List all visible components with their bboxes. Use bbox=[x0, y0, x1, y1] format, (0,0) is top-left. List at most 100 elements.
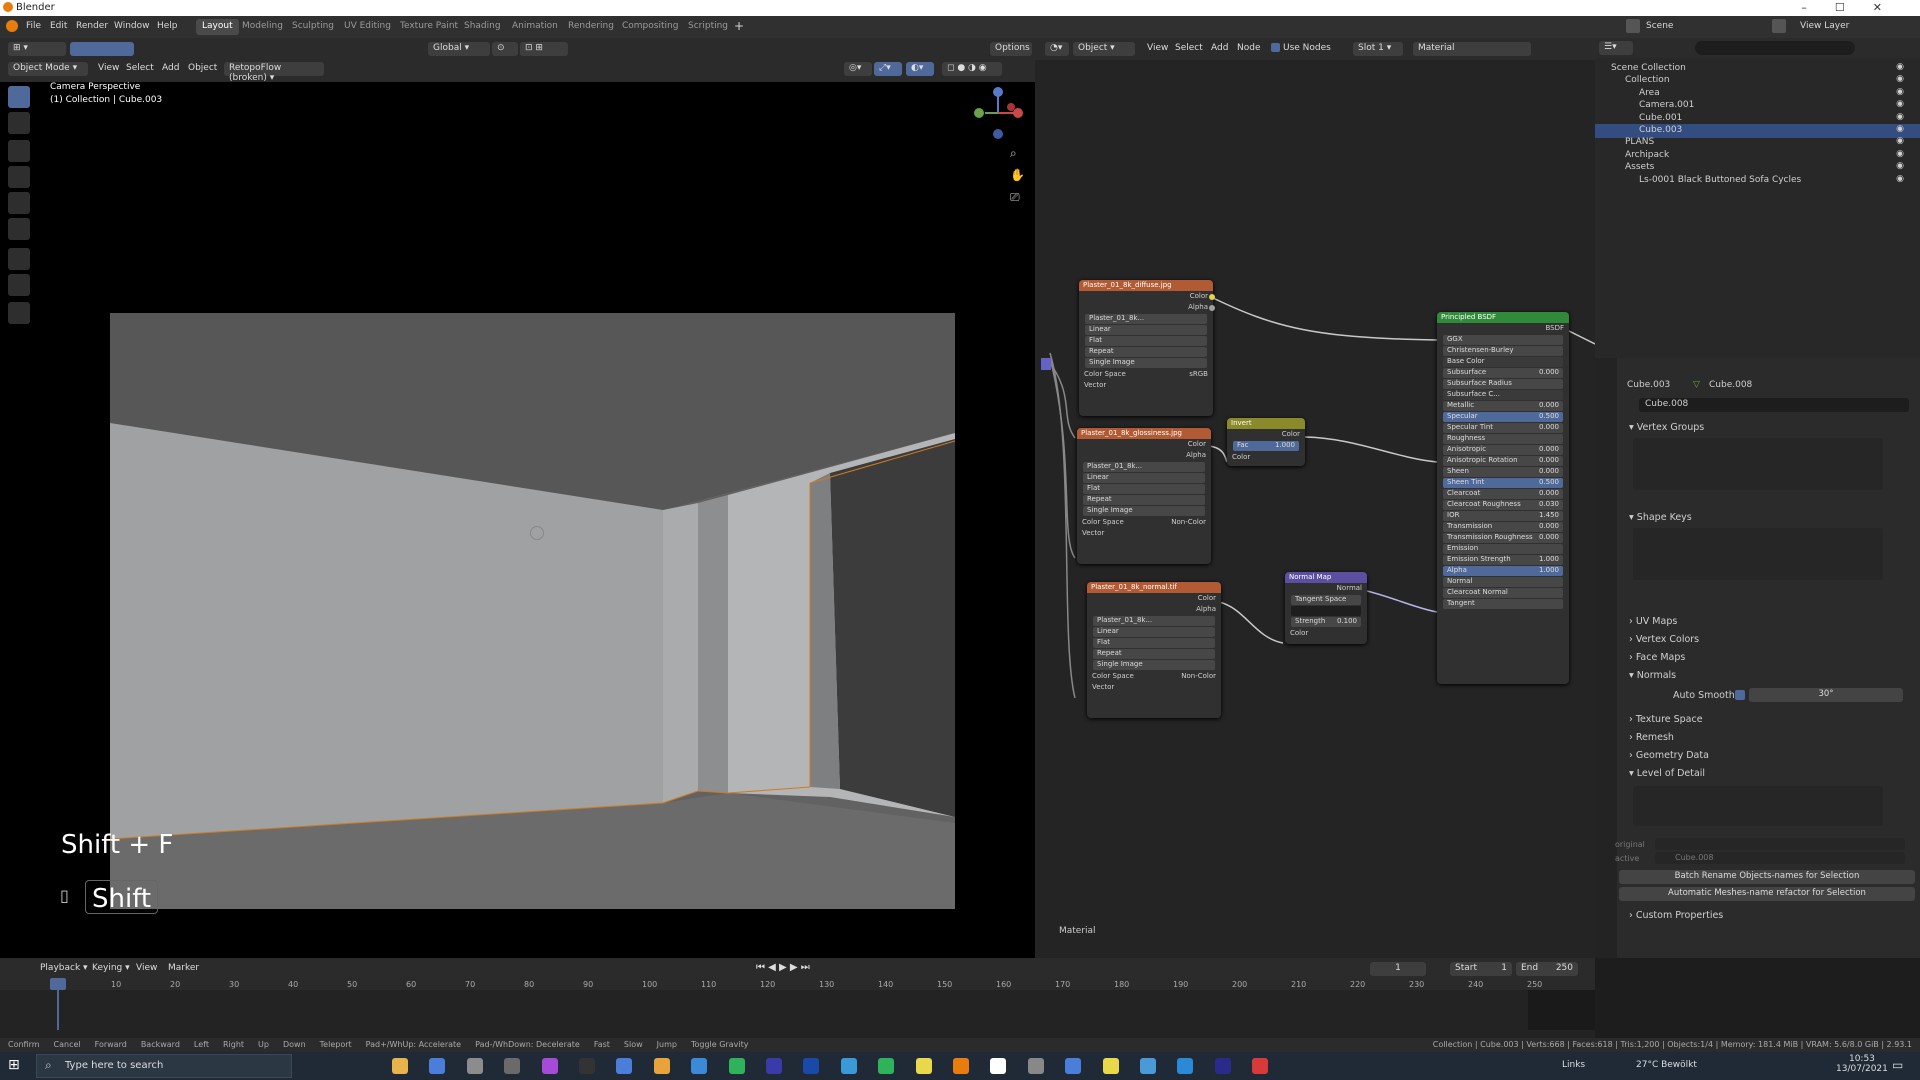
taskbar-app-icon[interactable] bbox=[915, 1058, 932, 1074]
section-geometry-data[interactable]: › Geometry Data bbox=[1629, 750, 1709, 761]
bsdf-input-value[interactable]: 0.000 bbox=[1539, 489, 1559, 497]
taskbar-app-icon[interactable] bbox=[803, 1058, 820, 1074]
viewport-menu-object[interactable]: Object bbox=[188, 63, 217, 73]
taskbar-app-icon[interactable] bbox=[1102, 1058, 1119, 1074]
taskbar-app-icon[interactable] bbox=[1252, 1058, 1269, 1074]
taskbar-app-icon[interactable] bbox=[392, 1058, 408, 1074]
object-mode-dropdown[interactable]: Object Mode ▾ bbox=[8, 62, 88, 76]
shape-keys-list[interactable] bbox=[1633, 528, 1883, 580]
source-dropdown[interactable]: Single Image bbox=[1093, 660, 1215, 670]
select-tool-icon[interactable] bbox=[8, 86, 30, 108]
visibility-eye-icon[interactable]: ◉ bbox=[1896, 99, 1904, 109]
taskbar-app-icon[interactable] bbox=[766, 1058, 782, 1074]
section-uv-maps[interactable]: › UV Maps bbox=[1629, 616, 1677, 627]
bsdf-input-row[interactable]: IOR 1.450 bbox=[1443, 511, 1563, 521]
editor-type-button[interactable]: ⊞ ▾ bbox=[8, 42, 66, 56]
properties-editor[interactable]: Cube.003 ▽ Cube.008 Cube.008 ▾ Vertex Gr… bbox=[1595, 358, 1920, 958]
viewport-menu-select[interactable]: Select bbox=[126, 63, 154, 73]
bsdf-input-row[interactable]: Emission Strength 1.000 bbox=[1443, 555, 1563, 565]
visibility-icon[interactable]: ◎▾ bbox=[844, 62, 872, 76]
node-image-texture-diffuse[interactable]: Plaster_01_8k_diffuse.jpg Color Alpha Pl… bbox=[1079, 280, 1213, 416]
bsdf-input-row[interactable]: Subsurface 0.000 bbox=[1443, 368, 1563, 378]
visibility-eye-icon[interactable]: ◉ bbox=[1896, 136, 1904, 146]
bsdf-input-value[interactable]: 0.000 bbox=[1539, 423, 1559, 431]
tab-layout[interactable]: Layout bbox=[196, 19, 239, 35]
taskbar-app-icon[interactable] bbox=[1140, 1058, 1156, 1074]
cursor-tool-icon[interactable] bbox=[8, 112, 30, 134]
source-dropdown[interactable]: Single Image bbox=[1083, 506, 1205, 516]
bsdf-input-value[interactable]: 0.000 bbox=[1539, 467, 1559, 475]
projection-dropdown[interactable]: Flat bbox=[1085, 336, 1207, 346]
bsdf-input-row[interactable]: Anisotropic Rotation 0.000 bbox=[1443, 456, 1563, 466]
color-space-value[interactable]: Non-Color bbox=[1171, 518, 1206, 526]
batch-rename-button[interactable]: Batch Rename Objects-names for Selection bbox=[1619, 870, 1915, 884]
outliner-editor-type[interactable]: ☰▾ bbox=[1599, 41, 1633, 55]
rotate-tool-icon[interactable] bbox=[8, 166, 30, 188]
transform-orientation-dropdown[interactable]: Global ▾ bbox=[428, 42, 490, 56]
bsdf-input-row[interactable]: Subsurface Radius bbox=[1443, 379, 1563, 389]
bsdf-input-value[interactable]: 0.500 bbox=[1539, 478, 1559, 486]
interpolation-dropdown[interactable]: Linear bbox=[1093, 627, 1215, 637]
bsdf-input-row[interactable]: Normal bbox=[1443, 577, 1563, 587]
add-cube-tool-icon[interactable] bbox=[8, 302, 30, 324]
playhead[interactable] bbox=[50, 978, 66, 990]
node-menu-node[interactable]: Node bbox=[1237, 43, 1261, 53]
shader-type-dropdown[interactable]: Object ▾ bbox=[1073, 42, 1135, 56]
socket-diffuse-alpha[interactable] bbox=[1209, 305, 1215, 311]
section-texture-space[interactable]: › Texture Space bbox=[1629, 714, 1703, 725]
shading-mode-buttons[interactable]: ◻ ● ◑ ◉ bbox=[942, 62, 1002, 76]
source-dropdown[interactable]: Single Image bbox=[1085, 358, 1207, 368]
3d-viewport[interactable]: Camera Perspective (1) Collection | Cube… bbox=[0, 82, 1035, 958]
extension-dropdown[interactable]: Repeat bbox=[1093, 649, 1215, 659]
visibility-eye-icon[interactable]: ◉ bbox=[1896, 62, 1904, 72]
space-dropdown[interactable]: Tangent Space bbox=[1291, 595, 1361, 605]
node-menu-view[interactable]: View bbox=[1147, 43, 1168, 53]
extension-dropdown[interactable]: Repeat bbox=[1083, 495, 1205, 505]
scale-tool-icon[interactable] bbox=[8, 192, 30, 214]
interpolation-dropdown[interactable]: Linear bbox=[1085, 325, 1207, 335]
vertex-groups-list[interactable] bbox=[1633, 438, 1883, 490]
add-workspace-icon[interactable]: + bbox=[734, 19, 744, 33]
projection-dropdown[interactable]: Flat bbox=[1083, 484, 1205, 494]
bsdf-input-row[interactable]: Sheen 0.000 bbox=[1443, 467, 1563, 477]
bsdf-input-value[interactable]: 0.000 bbox=[1539, 456, 1559, 464]
taskbar-app-icon[interactable] bbox=[840, 1058, 857, 1074]
visibility-eye-icon[interactable]: ◉ bbox=[1896, 112, 1904, 122]
color-space-value[interactable]: Non-Color bbox=[1181, 672, 1216, 680]
taskbar-app-icon[interactable] bbox=[466, 1058, 483, 1074]
retopoflow-dropdown[interactable]: RetopoFlow (broken) ▾ bbox=[224, 62, 324, 83]
strength-value[interactable]: 0.100 bbox=[1337, 617, 1357, 625]
lod-original-field[interactable] bbox=[1655, 838, 1905, 850]
bsdf-input-row[interactable]: Specular Tint 0.000 bbox=[1443, 423, 1563, 433]
node-invert[interactable]: Invert Color Fac 1.000 Color bbox=[1227, 418, 1305, 466]
zoom-icon[interactable]: ⌕ bbox=[1010, 146, 1017, 161]
current-frame-field[interactable]: 1 bbox=[1370, 962, 1426, 976]
auto-smooth-angle-field[interactable]: 30° bbox=[1749, 688, 1903, 702]
timeline-menu-playback[interactable]: Playback ▾ bbox=[40, 963, 88, 973]
auto-smooth-checkbox[interactable] bbox=[1735, 690, 1745, 700]
taskbar-app-icon[interactable] bbox=[541, 1058, 558, 1074]
move-tool-icon[interactable] bbox=[8, 140, 30, 162]
clock[interactable]: 10:53 13/07/2021 bbox=[1836, 1054, 1888, 1074]
bsdf-input-value[interactable]: 0.000 bbox=[1539, 368, 1559, 376]
section-normals[interactable]: ▾ Normals bbox=[1629, 670, 1676, 681]
bsdf-input-value[interactable]: 1.000 bbox=[1539, 566, 1559, 574]
menu-window[interactable]: Window bbox=[114, 21, 150, 31]
blender-menu-icon[interactable] bbox=[6, 20, 18, 32]
overlay-icon[interactable]: ◐▾ bbox=[906, 62, 934, 76]
bsdf-input-value[interactable]: 1.000 bbox=[1539, 555, 1559, 563]
node-menu-select[interactable]: Select bbox=[1175, 43, 1203, 53]
subsurface-method-dropdown[interactable]: Christensen-Burley bbox=[1443, 346, 1563, 356]
image-selector[interactable]: Plaster_01_8k... bbox=[1093, 616, 1215, 626]
taskbar-app-icon[interactable] bbox=[579, 1058, 595, 1074]
bsdf-input-row[interactable]: Alpha 1.000 bbox=[1443, 566, 1563, 576]
lod-active-field[interactable]: Cube.008 bbox=[1655, 852, 1905, 864]
visibility-eye-icon[interactable]: ◉ bbox=[1896, 124, 1904, 134]
taskbar-app-icon[interactable] bbox=[1065, 1058, 1082, 1074]
tab-modeling[interactable]: Modeling bbox=[236, 19, 289, 35]
tab-scripting[interactable]: Scripting bbox=[682, 19, 734, 35]
node-normal-map[interactable]: Normal Map Normal Tangent Space Strength… bbox=[1285, 572, 1367, 644]
frame-handle[interactable] bbox=[1041, 358, 1051, 370]
bsdf-input-value[interactable]: 0.500 bbox=[1539, 412, 1559, 420]
bsdf-input-row[interactable]: Clearcoat Roughness 0.030 bbox=[1443, 500, 1563, 510]
